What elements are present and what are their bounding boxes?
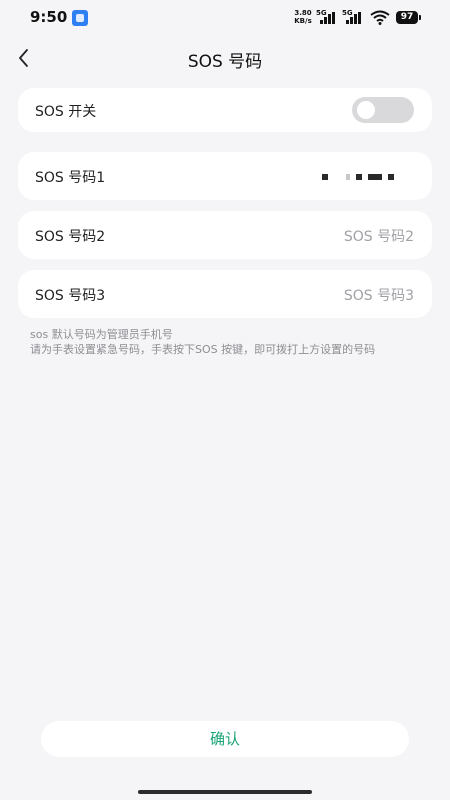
app-notification-icon [72,10,88,26]
network-speed-value: 3.80 [294,9,312,17]
network-speed-unit: KB/s [294,17,312,25]
sos-number-1-label: SOS 号码1 [35,170,106,186]
wifi-icon [370,10,390,25]
battery-icon: 97 [396,11,421,24]
sos-number-1-row[interactable]: SOS 号码1 [18,152,432,200]
sos-number-2-row[interactable]: SOS 号码2 SOS 号码2 [18,211,432,259]
sos-hint-text: sos 默认号码为管理员手机号 请为手表设置紧急号码，手表按下SOS 按键，即可… [30,327,422,357]
status-bar: 9:50 3.80 KB/s 5G 5G 97 [0,0,450,36]
battery-level: 97 [400,12,414,22]
sos-hint-line-1: sos 默认号码为管理员手机号 [30,328,173,341]
sos-number-3-row[interactable]: SOS 号码3 SOS 号码3 [18,270,432,318]
sos-number-2-label: SOS 号码2 [35,229,106,245]
network-speed: 3.80 KB/s [292,9,314,25]
sos-number-1-masked-value [322,174,402,182]
page-header: SOS 号码 [0,36,450,80]
home-indicator[interactable] [138,790,312,794]
sos-number-3-label: SOS 号码3 [35,288,106,304]
sos-switch-row: SOS 开关 [18,88,432,132]
status-time: 9:50 [30,8,68,26]
sos-switch-toggle[interactable] [352,97,414,123]
cellular-signal-icon [346,12,361,24]
sos-number-3-input[interactable]: SOS 号码3 [344,285,414,305]
confirm-button[interactable]: 确认 [41,721,409,757]
cellular-signal-icon [320,12,335,24]
toggle-knob [357,101,375,119]
page-title: SOS 号码 [187,52,263,72]
sos-hint-line-2: 请为手表设置紧急号码，手表按下SOS 按键，即可拨打上方设置的号码 [30,343,376,356]
sos-switch-label: SOS 开关 [35,104,97,120]
sos-number-2-input[interactable]: SOS 号码2 [344,226,414,246]
